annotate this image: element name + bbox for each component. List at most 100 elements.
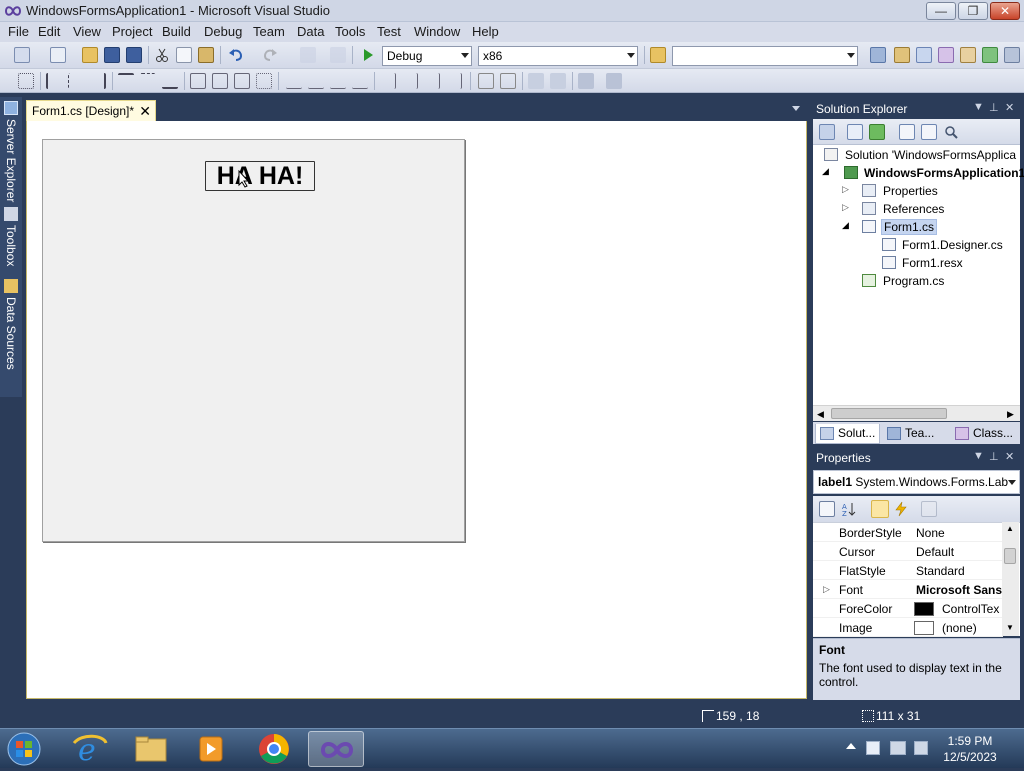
remove-horizontal-spacing-icon[interactable] — [352, 73, 368, 89]
tree-item-form1[interactable]: Form1.cs — [881, 219, 938, 235]
add-item-icon[interactable] — [50, 47, 66, 63]
view-class-diagram-icon[interactable] — [943, 124, 959, 140]
show-all-files-icon[interactable] — [847, 124, 863, 140]
align-to-grid-icon[interactable] — [18, 73, 34, 89]
menu-view[interactable]: View — [73, 24, 101, 39]
property-row-font[interactable]: ▷ Font Microsoft Sans — [813, 580, 1003, 599]
close-tab-icon[interactable]: ✕ — [139, 103, 151, 120]
action-center-icon[interactable] — [866, 741, 880, 755]
navigate-backward-icon[interactable] — [300, 47, 316, 63]
horizontal-spacing-equal-icon[interactable] — [286, 73, 302, 89]
internet-explorer-taskbar-button[interactable]: e — [62, 731, 118, 768]
find-in-files-icon[interactable] — [650, 47, 666, 63]
minimize-button[interactable]: — — [926, 2, 956, 20]
events-icon[interactable] — [893, 501, 909, 517]
expand-references-icon[interactable]: ▷ — [842, 202, 849, 213]
menu-help[interactable]: Help — [472, 24, 499, 39]
vertical-spacing-equal-icon[interactable] — [380, 73, 396, 89]
volume-icon[interactable] — [914, 741, 928, 755]
align-centers-icon[interactable] — [68, 73, 84, 89]
chrome-taskbar-button[interactable] — [246, 731, 302, 767]
expand-font-icon[interactable]: ▷ — [823, 584, 830, 595]
property-pages-icon[interactable] — [921, 501, 937, 517]
align-middles-icon[interactable] — [140, 73, 156, 89]
toolbar-overflow-icon[interactable] — [1004, 47, 1020, 63]
label1-control[interactable]: HA HA! — [205, 161, 315, 191]
start-debugging-icon[interactable] — [360, 47, 376, 63]
properties-pin-icon[interactable]: ⊥ — [989, 450, 999, 463]
properties-view-icon[interactable] — [871, 500, 889, 518]
property-value[interactable]: Default — [916, 545, 954, 559]
property-scroll-thumb[interactable] — [1004, 548, 1016, 564]
tab-solution-explorer[interactable]: Solut... — [815, 424, 881, 444]
scroll-up-icon[interactable]: ▲ — [1006, 524, 1014, 533]
tab-team-explorer[interactable]: Tea... — [883, 424, 938, 444]
tree-item-form1-designer[interactable]: Form1.Designer.cs — [902, 238, 1003, 252]
scroll-left-icon[interactable]: ◀ — [817, 409, 824, 420]
tree-item-properties[interactable]: Properties — [883, 184, 938, 198]
center-horizontally-icon[interactable] — [478, 73, 494, 89]
undo-icon[interactable] — [228, 47, 244, 63]
pin-icon[interactable]: ⊥ — [989, 101, 999, 114]
make-same-width-icon[interactable] — [190, 73, 206, 89]
align-lefts-icon[interactable] — [46, 73, 62, 89]
cut-icon[interactable] — [154, 47, 170, 63]
close-button[interactable]: ✕ — [990, 2, 1020, 20]
property-value[interactable]: None — [916, 526, 945, 540]
solution-explorer-hscrollbar[interactable]: ◀ ▶ — [813, 405, 1020, 421]
property-row-cursor[interactable]: Cursor Default — [813, 542, 1003, 561]
document-tab-form1-design[interactable]: Form1.cs [Design]* ✕ — [26, 100, 156, 122]
scroll-right-icon[interactable]: ▶ — [1007, 409, 1014, 420]
property-row-flatstyle[interactable]: FlatStyle Standard — [813, 561, 1003, 580]
tree-item-project[interactable]: WindowsFormsApplication1 — [864, 166, 1024, 180]
align-bottoms-icon[interactable] — [162, 73, 178, 89]
properties-icon[interactable] — [819, 124, 835, 140]
view-designer-icon[interactable] — [921, 124, 937, 140]
property-grid-vscrollbar[interactable]: ▲ ▼ — [1002, 522, 1019, 636]
file-explorer-taskbar-button[interactable] — [122, 731, 178, 767]
panel-menu-icon[interactable]: ▼ — [973, 101, 984, 113]
make-same-height-icon[interactable] — [212, 73, 228, 89]
menu-tools[interactable]: Tools — [335, 24, 365, 39]
find-combo[interactable] — [672, 46, 858, 66]
property-value[interactable]: (none) — [942, 621, 977, 635]
form1-design-surface[interactable] — [42, 139, 465, 542]
decrease-horizontal-spacing-icon[interactable] — [330, 73, 346, 89]
solution-configuration-select[interactable]: Debug — [382, 46, 472, 66]
property-row-image[interactable]: Image (none) — [813, 618, 1003, 637]
properties-window-icon[interactable] — [894, 47, 910, 63]
menu-window[interactable]: Window — [414, 24, 460, 39]
new-project-icon[interactable] — [14, 47, 30, 63]
menu-team[interactable]: Team — [253, 24, 285, 39]
taskbar-clock[interactable]: 1:59 PM 12/5/2023 — [935, 733, 1005, 765]
media-player-taskbar-button[interactable] — [182, 731, 238, 767]
properties-menu-icon[interactable]: ▼ — [973, 450, 984, 462]
menu-test[interactable]: Test — [377, 24, 401, 39]
tree-item-solution[interactable]: Solution 'WindowsFormsApplica — [845, 148, 1016, 162]
categorized-icon[interactable] — [819, 501, 835, 517]
make-same-size-icon[interactable] — [234, 73, 250, 89]
extension-manager-icon[interactable] — [960, 47, 976, 63]
maximize-button[interactable]: ❐ — [958, 2, 988, 20]
object-selector-dropdown[interactable]: label1 System.Windows.Forms.Lab — [813, 470, 1020, 494]
property-value[interactable]: Standard — [916, 564, 965, 578]
redo-icon[interactable] — [262, 47, 278, 63]
view-code-icon[interactable] — [899, 124, 915, 140]
visual-studio-taskbar-button[interactable] — [308, 731, 364, 767]
solution-explorer-icon[interactable] — [870, 47, 886, 63]
increase-horizontal-spacing-icon[interactable] — [308, 73, 324, 89]
active-files-dropdown-icon[interactable] — [792, 106, 800, 111]
align-rights-icon[interactable] — [90, 73, 106, 89]
tree-item-form1-resx[interactable]: Form1.resx — [902, 256, 963, 270]
bring-to-front-icon[interactable] — [528, 73, 544, 89]
data-sources-tab[interactable]: Data Sources — [2, 297, 18, 370]
scroll-thumb[interactable] — [831, 408, 947, 419]
property-value[interactable]: Microsoft Sans — [916, 583, 1002, 597]
menu-debug[interactable]: Debug — [204, 24, 242, 39]
tree-item-references[interactable]: References — [883, 202, 944, 216]
copy-icon[interactable] — [176, 47, 192, 63]
refresh-icon[interactable] — [869, 124, 885, 140]
paste-icon[interactable] — [198, 47, 214, 63]
expand-properties-icon[interactable]: ▷ — [842, 184, 849, 195]
decrease-vertical-spacing-icon[interactable] — [424, 73, 440, 89]
